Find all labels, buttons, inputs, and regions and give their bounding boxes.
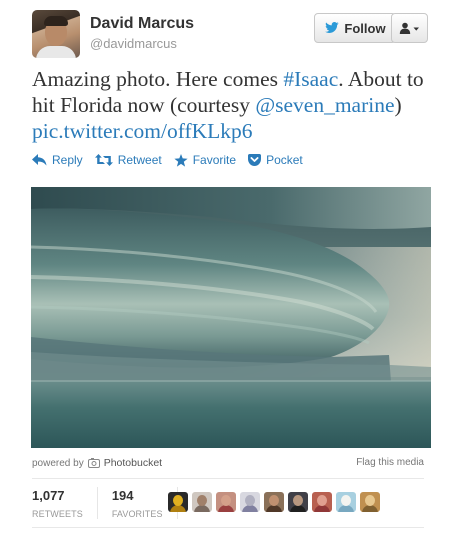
favorite-label: Favorite (192, 153, 237, 167)
media-footer: powered by Photobucket Flag this media (32, 457, 424, 471)
retweet-icon (94, 154, 113, 166)
favoriter-avatar[interactable] (264, 492, 284, 512)
favorites-count: 194 (111, 488, 134, 503)
tweet-header: David Marcus @davidmarcus Follow (32, 10, 432, 60)
pocket-label: Pocket (266, 153, 303, 167)
shelf-cloud-photo (31, 187, 431, 448)
user-actions-button[interactable] (391, 13, 428, 43)
favoriters-avatars (168, 492, 384, 512)
reply-action[interactable]: Reply (32, 153, 83, 167)
favoriter-avatar[interactable] (360, 492, 380, 512)
favoriter-avatar[interactable] (336, 492, 356, 512)
retweets-label: RETWEETS (32, 509, 83, 519)
divider (32, 527, 424, 528)
favorite-action[interactable]: Favorite (174, 153, 236, 167)
favorites-stat[interactable]: 194 FAVORITES (111, 488, 177, 520)
pocket-action[interactable]: Pocket (248, 153, 303, 167)
favoriter-avatar[interactable] (168, 492, 188, 512)
divider (32, 478, 424, 479)
pic-link[interactable]: pic.twitter.com/offKLkp6 (32, 119, 253, 143)
retweet-label: Retweet (117, 153, 162, 167)
tweet-media-photo[interactable] (31, 187, 431, 448)
user-avatar[interactable] (32, 10, 80, 58)
user-dropdown-icon (399, 22, 419, 34)
favoriter-avatar[interactable] (240, 492, 260, 512)
pocket-icon (248, 154, 262, 166)
tweet-text-part: Amazing photo. Here comes (32, 67, 284, 91)
photobucket-link[interactable]: Photobucket (104, 457, 162, 469)
tweet-actions: Reply Retweet Favorite Pocket (32, 151, 315, 169)
hashtag-link[interactable]: #Isaac (283, 67, 338, 91)
favoriter-avatar[interactable] (312, 492, 332, 512)
tweet-text-part: ) (394, 93, 402, 117)
reply-label: Reply (52, 153, 83, 167)
favorites-label: FAVORITES (111, 509, 163, 519)
retweets-stat[interactable]: 1,077 RETWEETS (32, 488, 97, 520)
stats-separator (96, 487, 98, 519)
user-name[interactable]: David Marcus (90, 15, 194, 33)
retweet-action[interactable]: Retweet (94, 153, 162, 167)
twitter-bird-icon (325, 22, 340, 33)
flag-media-link[interactable]: Flag this media (356, 457, 424, 468)
photobucket-icon (87, 458, 100, 468)
reply-icon (32, 154, 47, 166)
favoriter-avatar[interactable] (216, 492, 236, 512)
user-handle[interactable]: @davidmarcus (90, 36, 177, 51)
mention-link[interactable]: @seven_marine (255, 93, 394, 117)
star-icon (174, 153, 188, 167)
powered-by: powered by Photobucket (32, 457, 162, 469)
powered-by-label: powered by (32, 457, 84, 469)
favoriter-avatar[interactable] (288, 492, 308, 512)
favoriter-avatar[interactable] (192, 492, 212, 512)
retweets-count: 1,077 (32, 488, 65, 503)
tweet-text: Amazing photo. Here comes #Isaac. About … (32, 66, 432, 144)
follow-label: Follow (344, 20, 386, 36)
follow-button[interactable]: Follow (314, 13, 396, 43)
